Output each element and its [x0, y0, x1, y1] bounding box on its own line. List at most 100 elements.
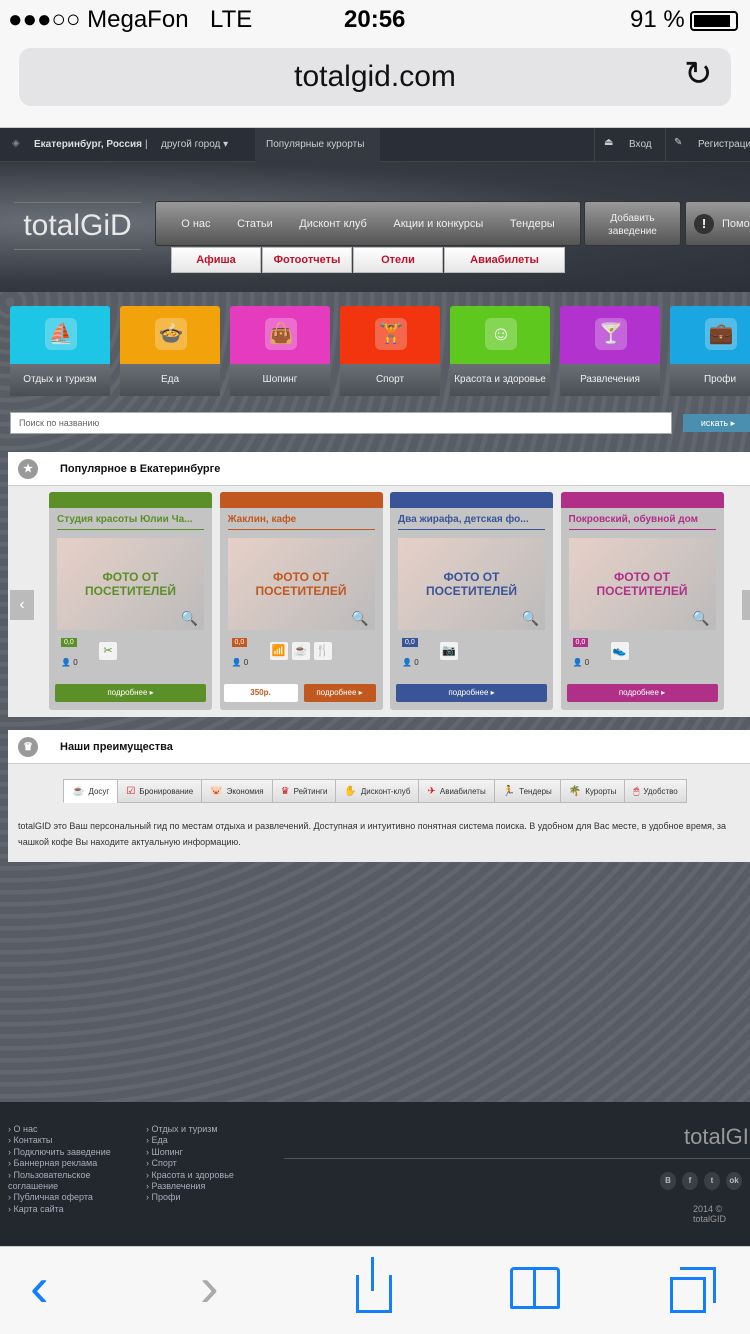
magnifier-icon[interactable]: 🔍: [692, 610, 709, 627]
share-button[interactable]: [356, 1257, 392, 1313]
footer-link[interactable]: › Баннерная реклама: [8, 1158, 128, 1169]
rating-badge: 0,0: [61, 638, 77, 647]
browser-toolbar: ‹ ›: [0, 1246, 750, 1334]
magnifier-icon[interactable]: 🔍: [351, 610, 368, 627]
card-title[interactable]: Два жирафа, детская фо...: [398, 508, 545, 530]
search-input[interactable]: Поиск по названию: [10, 412, 672, 434]
advantage-tab-icon: 🏃: [502, 786, 516, 797]
advantage-tab[interactable]: ✋ Дисконт-клуб: [335, 779, 420, 803]
footer-link[interactable]: › Отдых и туризм: [146, 1124, 234, 1135]
rating-badge: 0,0: [572, 638, 589, 647]
card-title[interactable]: Покровский, обувной дом: [568, 508, 716, 530]
footer-divider: [284, 1158, 750, 1159]
feature-icon: ✂: [99, 642, 117, 660]
card-title[interactable]: Студия красоты Юлии Ча...: [57, 508, 204, 530]
advantage-tab[interactable]: ☑ Бронирование: [117, 779, 203, 803]
search-placeholder: Поиск по названию: [19, 418, 100, 428]
forward-button[interactable]: ›: [200, 1259, 219, 1315]
category-icon: 👜: [265, 318, 297, 350]
nav-tenders[interactable]: Тендеры: [510, 218, 555, 230]
footer-link[interactable]: › Публичная оферта: [8, 1192, 128, 1203]
category-tile[interactable]: 💼 Профи: [670, 306, 750, 398]
footer-link[interactable]: › Пользовательское соглашение: [8, 1170, 128, 1193]
social-icon[interactable]: В: [660, 1172, 676, 1190]
social-icon[interactable]: f: [682, 1172, 698, 1190]
login-label: Вход: [629, 139, 652, 150]
nav-about[interactable]: О нас: [181, 218, 210, 230]
carousel-next-button[interactable]: [742, 590, 750, 620]
reload-icon[interactable]: ↻: [684, 54, 713, 94]
sub-nav-photoreports[interactable]: Фотоотчеты: [262, 247, 352, 273]
footer-logo: totalGID: [684, 1124, 750, 1149]
search-button[interactable]: искать ▸: [683, 414, 750, 432]
site-topbar: ◈ Екатеринбург, Россия | другой город ▾ …: [0, 128, 750, 162]
advantage-tab[interactable]: ♛ Рейтинги: [271, 779, 337, 803]
footer-link[interactable]: › Спорт: [146, 1158, 234, 1169]
advantages-header: ♛ Наши преимущества: [8, 730, 750, 764]
category-label: Спорт: [340, 364, 440, 396]
footer-link[interactable]: › О нас: [8, 1124, 128, 1135]
rating-badge: 0,0: [402, 638, 418, 647]
book-icon: [533, 1270, 536, 1308]
footer-link[interactable]: › Шопинг: [146, 1147, 234, 1158]
footer-link[interactable]: › Контакты: [8, 1135, 128, 1146]
add-place-button[interactable]: Добавить заведение: [584, 201, 681, 246]
card-color-bar: [49, 492, 212, 508]
footer-link[interactable]: › Карта сайта: [8, 1204, 128, 1215]
category-label: Еда: [120, 364, 220, 396]
other-city-link[interactable]: другой город ▾: [161, 139, 228, 150]
category-tile[interactable]: 👜 Шопинг: [230, 306, 330, 398]
photo-label-2: ПОСЕТИТЕЛЕЙ: [85, 584, 176, 598]
rating-badge: 0,0: [231, 638, 248, 647]
city-name: Екатеринбург, Россия: [34, 139, 142, 150]
advantage-tab-icon: 🐷: [210, 786, 223, 797]
more-button[interactable]: подробнее ▸: [566, 684, 718, 702]
more-button[interactable]: подробнее ▸: [303, 684, 376, 702]
add-place-line2: заведение: [608, 226, 657, 237]
social-icon[interactable]: ok: [726, 1172, 742, 1190]
back-button[interactable]: ‹: [30, 1259, 49, 1315]
magnifier-icon[interactable]: 🔍: [181, 610, 198, 627]
bookmarks-button[interactable]: [510, 1267, 560, 1309]
footer-link[interactable]: › Еда: [146, 1135, 234, 1146]
nav-discount-club[interactable]: Дисконт клуб: [299, 218, 367, 230]
advantage-tab[interactable]: 🖱 Удобство: [624, 779, 687, 803]
more-button[interactable]: подробнее ▸: [396, 684, 547, 702]
category-icon: 🍸: [595, 318, 627, 350]
user-count-value: 0: [414, 658, 419, 667]
category-tile[interactable]: ⛵ Отдых и туризм: [10, 306, 110, 398]
category-tile[interactable]: 🏋 Спорт: [340, 306, 440, 398]
sub-nav-hotels[interactable]: Отели: [353, 247, 443, 273]
footer-link[interactable]: › Развлечения: [146, 1181, 234, 1192]
more-button[interactable]: подробнее ▸: [55, 684, 206, 702]
sub-nav-afisha[interactable]: Афиша: [171, 247, 261, 273]
category-icon: 🏋: [375, 318, 407, 350]
user-count-value: 0: [243, 658, 249, 667]
sub-nav-flights[interactable]: Авиабилеты: [444, 247, 565, 273]
social-icon[interactable]: t: [704, 1172, 720, 1190]
category-tile[interactable]: 🍸 Развлечения: [560, 306, 660, 398]
photo-label-1: ФОТО ОТ: [273, 570, 329, 584]
footer-link[interactable]: › Профи: [146, 1192, 234, 1203]
card-color-bar: [219, 492, 383, 508]
footer-link[interactable]: › Красота и здоровье: [146, 1170, 234, 1181]
footer-link[interactable]: › Подключить заведение: [8, 1147, 128, 1158]
site-logo[interactable]: totalGiD: [14, 202, 141, 250]
battery-percent: 91 %: [630, 6, 685, 33]
card-title[interactable]: Жаклин, кафе: [227, 508, 375, 530]
popular-resorts-link[interactable]: Популярные курорты: [255, 128, 380, 162]
add-place-line1: Добавить: [610, 213, 655, 224]
magnifier-icon[interactable]: 🔍: [522, 610, 539, 627]
advantage-tab[interactable]: 🌴 Курорты: [559, 779, 626, 803]
category-tile[interactable]: ☺ Красота и здоровье: [450, 306, 550, 398]
advantage-tab[interactable]: ✈ Авиабилеты: [418, 779, 495, 803]
carousel-prev-button[interactable]: ‹: [10, 590, 34, 620]
nav-promotions[interactable]: Акции и конкурсы: [393, 218, 483, 230]
url-field[interactable]: totalgid.com: [19, 48, 731, 106]
category-tile[interactable]: 🍲 Еда: [120, 306, 220, 398]
advantage-tab[interactable]: 🏃 Тендеры: [493, 779, 561, 803]
nav-articles[interactable]: Статьи: [237, 218, 273, 230]
advantages-section: ♛ Наши преимущества ☕ Досуг ☑ Бронирование 🐷 Э…: [8, 730, 750, 862]
advantage-tab[interactable]: 🐷 Экономия: [201, 779, 273, 803]
advantage-tab[interactable]: ☕ Досуг: [63, 779, 119, 803]
